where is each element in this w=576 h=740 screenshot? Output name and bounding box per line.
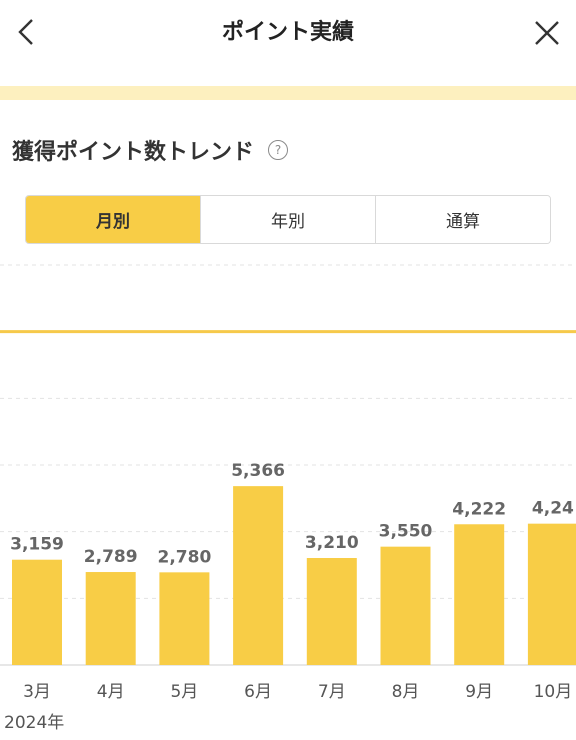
bar-value-label: 3,210: [305, 533, 359, 553]
category-label: 7月: [318, 682, 346, 702]
category-label: 4月: [97, 682, 125, 702]
bar-value-label: 3,159: [10, 535, 64, 555]
bar-value-label: 2,789: [84, 547, 138, 567]
bar: [306, 558, 357, 665]
bar-value-label: 4,24: [532, 499, 574, 519]
category-label: 8月: [392, 682, 420, 702]
bar: [454, 524, 505, 665]
bar: [85, 572, 136, 665]
category-label: 5月: [170, 682, 198, 702]
category-label: 10月: [534, 682, 573, 702]
category-label: 9月: [465, 682, 493, 702]
bar-value-label: 5,366: [231, 461, 285, 481]
bar-value-label: 3,550: [379, 522, 433, 542]
bar: [233, 486, 284, 665]
category-label: 6月: [244, 682, 272, 702]
year-label: 2024年: [4, 713, 65, 733]
bar: [380, 546, 431, 665]
bar: [12, 559, 62, 665]
category-label: 3月: [23, 682, 51, 702]
points-bar-chart: 3,159 3月 2,789 4月 2,780 5月 5,366 6月 3,210 7月 3,550…: [0, 264, 576, 702]
bar: [527, 523, 576, 665]
bar-value-label: 4,222: [452, 499, 506, 519]
bar-value-label: 2,780: [158, 547, 212, 567]
bar: [159, 572, 210, 665]
